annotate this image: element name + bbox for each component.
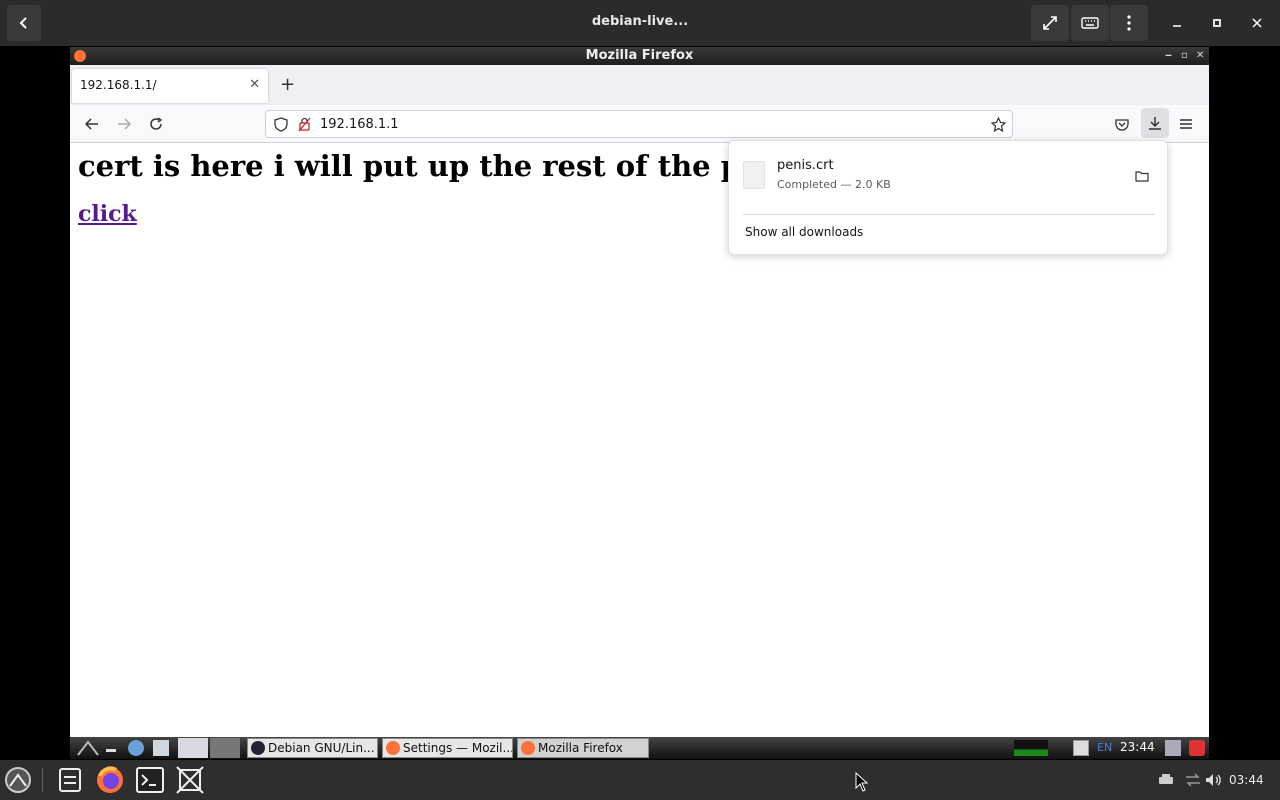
app-launcher-button[interactable] <box>2 764 34 796</box>
launcher-icon <box>5 767 31 793</box>
divider <box>743 214 1155 215</box>
app-menu-button[interactable] <box>1175 113 1197 135</box>
show-all-downloads-button[interactable]: Show all downloads <box>745 225 863 239</box>
window-titlebar: Mozilla Firefox ‒ ▫ ✕ <box>70 47 1209 65</box>
firefox-icon <box>521 741 535 755</box>
task-firefox[interactable]: Mozilla Firefox <box>517 738 649 758</box>
cpu-monitor-icon <box>1014 740 1048 756</box>
navigation-toolbar: 192.168.1.1 <box>70 105 1209 143</box>
firefox-window: Mozilla Firefox ‒ ▫ ✕ 192.168.1.1/ ✕ + 1… <box>70 47 1209 737</box>
window-close-icon[interactable]: ✕ <box>1196 47 1204 65</box>
lxde-menu-icon[interactable] <box>76 740 100 756</box>
maximize-icon <box>1213 19 1221 27</box>
show-desktop-icon[interactable] <box>106 749 116 752</box>
remote-viewer-app-button[interactable] <box>174 764 206 796</box>
download-status: Completed — 2.0 KB <box>777 178 891 191</box>
volume-tray-button[interactable] <box>1198 764 1230 796</box>
download-icon <box>1149 117 1161 130</box>
insecure-lock-icon <box>298 117 311 132</box>
hamburger-menu-icon <box>1180 119 1192 129</box>
clipboard-icon[interactable] <box>1073 740 1089 756</box>
keyboard-layout[interactable]: EN <box>1097 741 1112 754</box>
window-minimize-icon[interactable]: ‒ <box>1165 47 1172 65</box>
window-title: Mozilla Firefox <box>585 48 694 63</box>
host-taskbar: 03:44 <box>0 760 1280 800</box>
keyboard-icon <box>1081 17 1099 29</box>
inner-clock[interactable]: 23:44 <box>1120 740 1155 754</box>
arrow-left-icon <box>85 118 98 130</box>
reload-button[interactable] <box>145 113 167 135</box>
page-heading: cert is here i will put up the rest of t… <box>78 149 799 183</box>
mouse-cursor-icon <box>855 772 869 792</box>
maximize-button[interactable] <box>1207 13 1227 33</box>
tab-active[interactable]: 192.168.1.1/ ✕ <box>72 69 268 103</box>
downloads-button[interactable] <box>1141 108 1169 138</box>
host-clock[interactable]: 03:44 <box>1229 773 1264 787</box>
reload-icon <box>150 117 163 130</box>
address-bar[interactable]: 192.168.1.1 <box>265 110 1013 138</box>
viewer-toolbar: debian-live... <box>0 0 1280 46</box>
remote-viewer-icon <box>176 766 204 794</box>
tab-title: 192.168.1.1/ <box>80 78 157 92</box>
file-manager-icon[interactable] <box>153 740 169 756</box>
forward-nav-button[interactable] <box>113 113 135 135</box>
task-settings[interactable]: Settings — Mozil... <box>382 738 513 758</box>
bookmark-star-icon[interactable] <box>991 117 1006 132</box>
browser-launcher-icon[interactable] <box>128 740 144 756</box>
printer-icon <box>1159 774 1173 784</box>
desktop-pager-1[interactable] <box>178 738 208 758</box>
files-icon <box>59 768 81 792</box>
firefox-logo-icon <box>74 50 86 62</box>
terminal-icon <box>136 767 164 793</box>
folder-icon <box>1135 171 1149 182</box>
separator <box>42 768 43 792</box>
close-icon <box>1252 18 1262 28</box>
desktop-pager-2[interactable] <box>210 738 240 758</box>
tab-close-icon[interactable]: ✕ <box>249 77 260 92</box>
expand-icon <box>1043 16 1057 30</box>
open-folder-button[interactable] <box>1135 167 1149 186</box>
tab-strip: 192.168.1.1/ ✕ + <box>70 65 1209 105</box>
minimize-icon <box>1173 25 1181 27</box>
close-button[interactable] <box>1247 13 1267 33</box>
debian-icon <box>251 741 265 755</box>
arrow-right-icon <box>118 118 131 130</box>
firefox-icon <box>386 741 400 755</box>
firefox-icon <box>97 766 123 793</box>
terminal-app-button[interactable] <box>134 764 166 796</box>
inner-taskbar: Debian GNU/Lin... Settings — Mozil... Mo… <box>70 737 1209 759</box>
fullscreen-button[interactable] <box>1031 5 1069 41</box>
menu-button[interactable] <box>1110 5 1148 41</box>
firefox-app-button[interactable] <box>94 764 126 796</box>
files-app-button[interactable] <box>54 764 86 796</box>
url-text: 192.168.1.1 <box>320 117 399 132</box>
pocket-icon <box>1115 118 1129 131</box>
screen-icon[interactable] <box>1165 740 1181 756</box>
back-nav-button[interactable] <box>81 113 103 135</box>
shield-icon <box>274 117 288 132</box>
kebab-menu-icon <box>1127 15 1131 31</box>
window-maximize-icon[interactable]: ▫ <box>1181 47 1188 65</box>
pocket-button[interactable] <box>1111 113 1133 135</box>
new-tab-icon[interactable]: + <box>280 74 295 95</box>
file-icon <box>743 161 765 189</box>
keyboard-button[interactable] <box>1071 5 1109 41</box>
minimize-button[interactable] <box>1167 13 1187 33</box>
task-debian[interactable]: Debian GNU/Lin... <box>247 738 378 758</box>
power-icon[interactable] <box>1189 740 1205 756</box>
volume-icon <box>1206 774 1221 786</box>
downloads-panel: penis.crt Completed — 2.0 KB Show all do… <box>728 140 1168 255</box>
download-file-name[interactable]: penis.crt <box>777 158 834 173</box>
download-link[interactable]: click <box>78 201 137 227</box>
